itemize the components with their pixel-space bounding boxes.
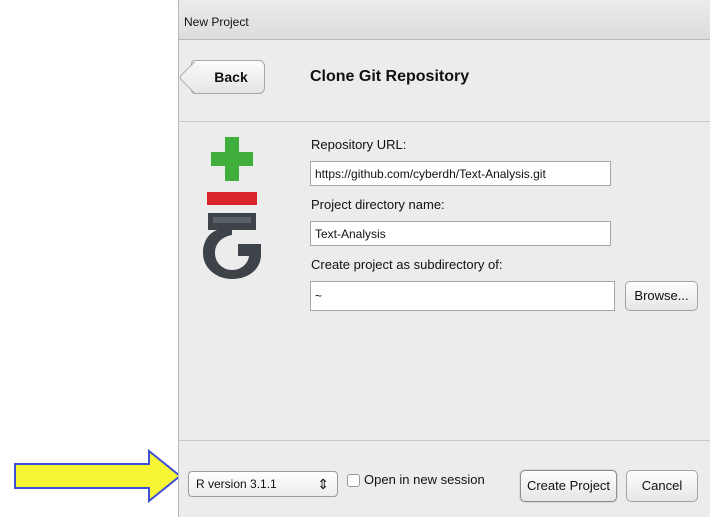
updown-arrows-icon: ⇕: [317, 476, 329, 492]
r-version-select[interactable]: R version 3.1.1 ⇕: [188, 471, 338, 497]
create-project-button[interactable]: Create Project: [520, 470, 617, 502]
cancel-button[interactable]: Cancel: [626, 470, 698, 502]
repo-url-input[interactable]: [310, 161, 611, 186]
open-new-session-checkbox[interactable]: [347, 474, 360, 487]
dir-name-label: Project directory name:: [311, 197, 445, 212]
dir-name-input[interactable]: [310, 221, 611, 246]
wizard-header: Back Clone Git Repository: [179, 40, 710, 122]
annotation-arrow-icon: [14, 449, 182, 503]
subdir-label: Create project as subdirectory of:: [311, 257, 503, 272]
back-button[interactable]: Back: [191, 60, 265, 94]
back-button-label: Back: [214, 69, 248, 85]
title-bar: New Project: [179, 0, 710, 40]
repo-url-label: Repository URL:: [311, 137, 407, 152]
window-title: New Project: [184, 15, 249, 29]
open-new-session-label: Open in new session: [364, 472, 485, 487]
dialog-footer: R version 3.1.1 ⇕ Open in new session Cr…: [179, 440, 710, 517]
subdir-input[interactable]: [310, 281, 615, 311]
r-version-value: R version 3.1.1: [196, 477, 277, 491]
new-project-dialog: New Project Back Clone Git Repository Re…: [178, 0, 710, 517]
git-clone-icon: [203, 137, 261, 279]
browse-button[interactable]: Browse...: [625, 281, 698, 311]
page-title: Clone Git Repository: [310, 68, 470, 85]
